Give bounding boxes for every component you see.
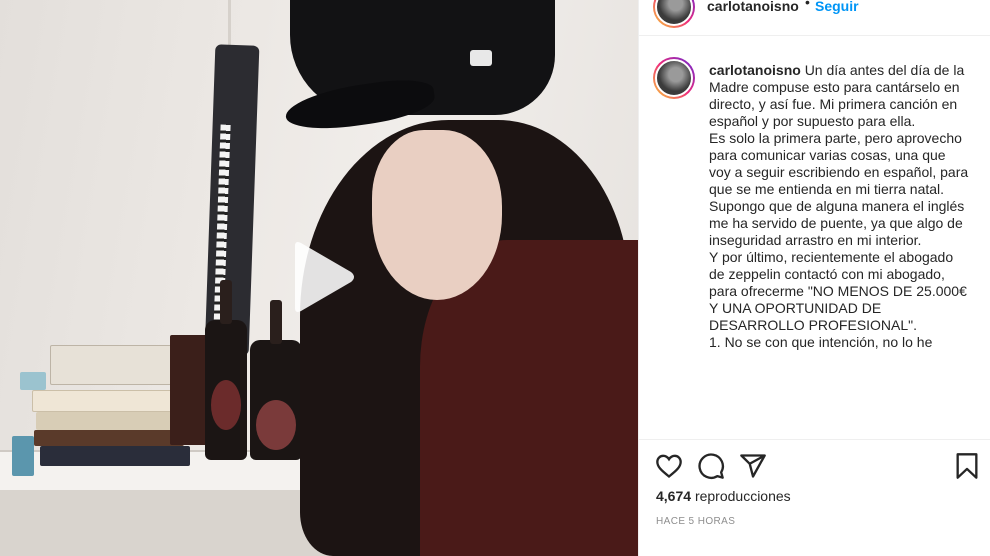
caption-text: carlotanoisno Un día antes del día de la…: [709, 62, 971, 351]
caption-line: Y por último, recientemente el abogado d…: [709, 249, 967, 333]
bottle-label: [256, 400, 296, 450]
keyboard-instrument: [204, 44, 260, 356]
cap-logo: [470, 50, 492, 66]
views-count[interactable]: 4,674 reproducciones: [656, 488, 791, 504]
post-timestamp[interactable]: HACE 5 HORAS: [656, 516, 735, 527]
book: [20, 372, 46, 390]
play-icon[interactable]: [287, 240, 357, 315]
header-username[interactable]: carlotanoisno: [707, 0, 799, 14]
caption-avatar[interactable]: [653, 57, 695, 99]
comment-icon[interactable]: [697, 452, 725, 480]
shelf-shadow: [0, 490, 330, 556]
caption-username[interactable]: carlotanoisno: [709, 62, 801, 78]
book: [50, 345, 180, 385]
book: [36, 412, 184, 430]
video-player[interactable]: [0, 0, 638, 556]
post-panel: carlotanoisno • Seguir carlotanoisno Un …: [638, 0, 990, 556]
caption-line: Supongo que de alguna manera el inglés m…: [709, 198, 965, 248]
avatar[interactable]: [653, 0, 695, 28]
follow-button[interactable]: Seguir: [815, 0, 859, 14]
caption-line: 1. No se con que intención, no lo he: [709, 334, 933, 350]
book: [12, 436, 34, 476]
book: [32, 390, 182, 412]
caption-line: carlotanoisno Un día antes del día de la…: [709, 62, 971, 130]
views-number: 4,674: [656, 488, 692, 504]
book: [40, 446, 190, 466]
caption-area[interactable]: carlotanoisno Un día antes del día de la…: [639, 36, 990, 440]
avatar-image: [655, 0, 693, 26]
book: [170, 335, 210, 445]
action-bar: [639, 450, 990, 482]
bottle-neck: [270, 300, 282, 344]
bottle: [250, 300, 302, 460]
book: [34, 430, 184, 446]
bottle-neck: [220, 280, 232, 324]
avatar-image: [655, 59, 693, 97]
bottle: [205, 280, 247, 460]
heart-icon[interactable]: [655, 452, 683, 480]
face: [372, 130, 502, 300]
caption-line: Es solo la primera parte, pero aprovecho…: [709, 130, 969, 197]
bookmark-icon[interactable]: [953, 452, 981, 480]
bottle-label: [211, 380, 241, 430]
views-label: reproducciones: [694, 488, 791, 504]
separator-dot: •: [805, 0, 810, 10]
post-header: carlotanoisno • Seguir: [639, 0, 990, 36]
share-icon[interactable]: [739, 452, 767, 480]
